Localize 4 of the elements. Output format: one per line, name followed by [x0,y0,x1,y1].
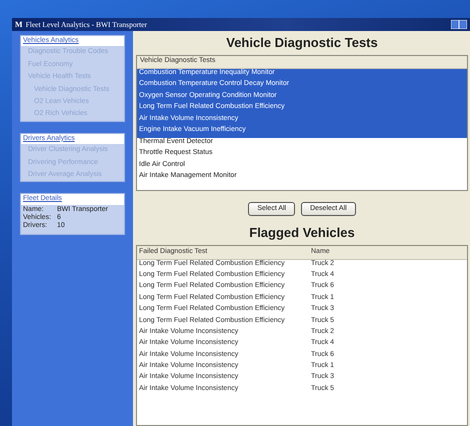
page-title: Vehicle Diagnostic Tests [225,35,379,51]
window-controls-icon[interactable] [451,20,467,29]
section-title: Flagged Vehicles [248,224,356,241]
app-icon: M [15,20,23,30]
